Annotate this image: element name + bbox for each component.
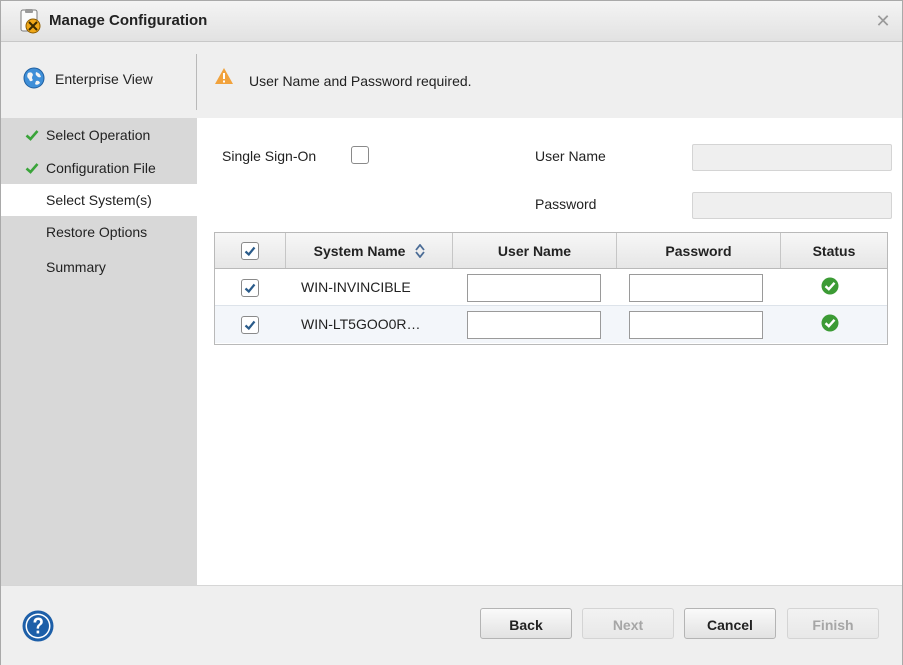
row-user-name-input[interactable]: [467, 274, 601, 302]
cancel-button[interactable]: Cancel: [684, 608, 776, 639]
column-header-status[interactable]: Status: [781, 243, 887, 259]
column-divider: [285, 233, 286, 268]
manage-configuration-dialog: Manage Configuration ✕ Enterprise View U…: [0, 0, 903, 665]
row-password-input[interactable]: [629, 311, 763, 339]
single-sign-on-label: Single Sign-On: [222, 148, 317, 164]
check-icon: [25, 161, 39, 175]
row-checkbox[interactable]: [241, 316, 259, 334]
column-label: System Name: [313, 243, 406, 259]
step-select-systems[interactable]: Select System(s): [1, 184, 197, 216]
warning-message: User Name and Password required.: [249, 73, 472, 89]
sort-icon[interactable]: [415, 243, 426, 261]
table-row: WIN-INVINCIBLE: [215, 268, 887, 305]
column-header-password[interactable]: Password: [617, 243, 780, 259]
system-name-cell: WIN-LT5GOO0R…: [301, 316, 421, 332]
column-header-system-name[interactable]: System Name: [287, 243, 452, 261]
user-name-field[interactable]: [692, 144, 892, 171]
password-label: Password: [535, 196, 597, 212]
status-ok-icon: [821, 277, 839, 295]
password-field[interactable]: [692, 192, 892, 219]
select-all-checkbox[interactable]: [241, 242, 259, 260]
step-label: Configuration File: [46, 160, 156, 176]
title-bar: Manage Configuration ✕: [1, 1, 902, 42]
user-name-label: User Name: [535, 148, 606, 164]
step-label: Summary: [46, 259, 106, 275]
table-row: WIN-LT5GOO0R…: [215, 305, 887, 343]
row-checkbox[interactable]: [241, 279, 259, 297]
step-select-operation[interactable]: Select Operation: [1, 119, 197, 151]
row-user-name-input[interactable]: [467, 311, 601, 339]
close-icon[interactable]: ✕: [874, 12, 892, 30]
enterprise-view-link[interactable]: Enterprise View: [23, 67, 153, 92]
table-header: System Name User Name Password Status: [215, 233, 887, 269]
finish-button[interactable]: Finish: [787, 608, 879, 639]
header-divider: [196, 54, 197, 110]
step-restore-options[interactable]: Restore Options: [1, 216, 197, 248]
config-tool-icon: [19, 9, 43, 35]
dialog-title: Manage Configuration: [49, 12, 208, 29]
status-ok-icon: [821, 314, 839, 332]
dialog-footer: Back Next Cancel Finish: [1, 585, 902, 665]
step-configuration-file[interactable]: Configuration File: [1, 152, 197, 184]
check-icon: [25, 128, 39, 142]
main-content: Single Sign-On User Name Password System…: [197, 118, 902, 585]
step-label: Select Operation: [46, 127, 151, 143]
step-summary[interactable]: Summary: [1, 251, 197, 283]
step-label: Restore Options: [46, 224, 148, 240]
header-strip: Enterprise View User Name and Password r…: [1, 42, 902, 118]
back-button[interactable]: Back: [480, 608, 572, 639]
column-header-user-name[interactable]: User Name: [453, 243, 616, 259]
system-name-cell: WIN-INVINCIBLE: [301, 279, 411, 295]
globe-icon: [23, 67, 45, 92]
next-button[interactable]: Next: [582, 608, 674, 639]
single-sign-on-checkbox[interactable]: [351, 146, 369, 164]
step-label: Select System(s): [46, 192, 152, 208]
systems-table: System Name User Name Password Status WI…: [214, 232, 888, 345]
wizard-steps-sidebar: Select Operation Configuration File Sele…: [1, 118, 197, 585]
enterprise-view-label: Enterprise View: [55, 71, 153, 87]
row-password-input[interactable]: [629, 274, 763, 302]
help-icon[interactable]: [22, 610, 54, 642]
warning-icon: [214, 67, 234, 85]
